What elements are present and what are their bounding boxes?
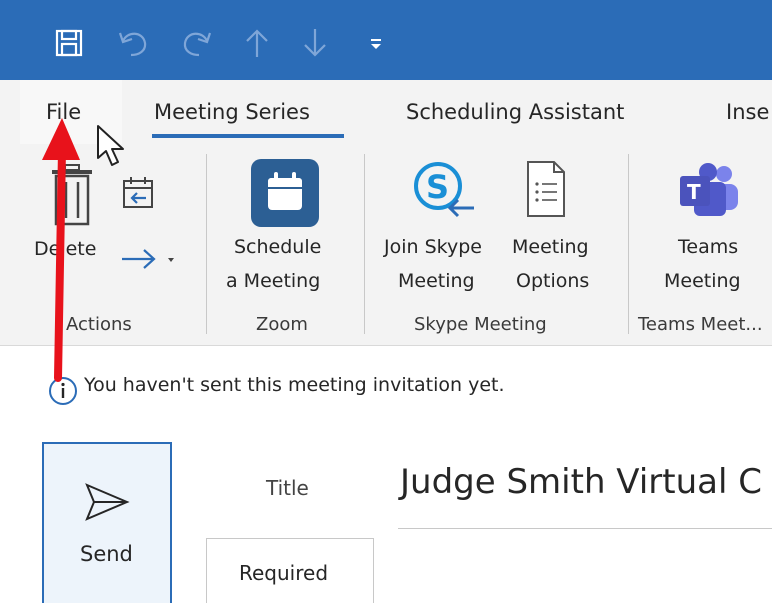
- group-label-zoom: Zoom: [256, 314, 308, 335]
- zoom-schedule-icon[interactable]: [250, 158, 320, 228]
- title-label: Title: [266, 476, 309, 500]
- meeting-options-label-line1: Meeting: [512, 236, 589, 258]
- down-arrow-icon[interactable]: [298, 24, 332, 62]
- mouse-cursor-icon: [96, 124, 130, 170]
- join-skype-label-line2: Meeting: [398, 270, 475, 292]
- group-divider: [206, 154, 207, 334]
- up-arrow-icon[interactable]: [240, 24, 274, 62]
- svg-text:T: T: [687, 180, 701, 204]
- meeting-options-label-line2: Options: [516, 270, 590, 292]
- group-divider: [364, 154, 365, 334]
- save-icon[interactable]: [50, 24, 88, 62]
- tab-scheduling-assistant[interactable]: Scheduling Assistant: [406, 80, 624, 144]
- send-button[interactable]: Send: [42, 442, 172, 603]
- tab-insert[interactable]: Inse: [726, 80, 769, 144]
- group-divider: [628, 154, 629, 334]
- schedule-label-line1: Schedule: [234, 236, 322, 258]
- teams-label-line1: Teams: [678, 236, 739, 258]
- quick-access-toolbar: [0, 0, 772, 80]
- schedule-label-line2: a Meeting: [226, 270, 321, 292]
- required-attendees-button[interactable]: Required: [206, 538, 374, 603]
- join-skype-label-line1: Join Skype: [384, 236, 482, 258]
- info-message: You haven't sent this meeting invitation…: [84, 374, 505, 396]
- active-tab-indicator: [152, 134, 344, 138]
- group-label-skype-meeting: Skype Meeting: [414, 314, 547, 335]
- meeting-options-icon[interactable]: [526, 160, 566, 218]
- send-label: Send: [80, 542, 133, 566]
- teams-icon[interactable]: T: [676, 162, 742, 220]
- title-field[interactable]: Judge Smith Virtual C: [400, 462, 762, 502]
- annotation-arrow: [36, 116, 86, 386]
- teams-label-line2: Meeting: [664, 270, 741, 292]
- customize-icon[interactable]: [364, 24, 388, 62]
- required-label: Required: [239, 561, 329, 585]
- skype-join-icon[interactable]: S: [410, 160, 480, 222]
- group-label-teams-meeting: Teams Meet...: [638, 314, 763, 335]
- title-underline: [398, 528, 772, 529]
- svg-text:S: S: [426, 168, 449, 206]
- forward-dropdown-button[interactable]: [118, 244, 182, 274]
- forward-calendar-icon[interactable]: [122, 176, 156, 210]
- undo-icon[interactable]: [114, 24, 154, 62]
- redo-icon[interactable]: [176, 24, 216, 62]
